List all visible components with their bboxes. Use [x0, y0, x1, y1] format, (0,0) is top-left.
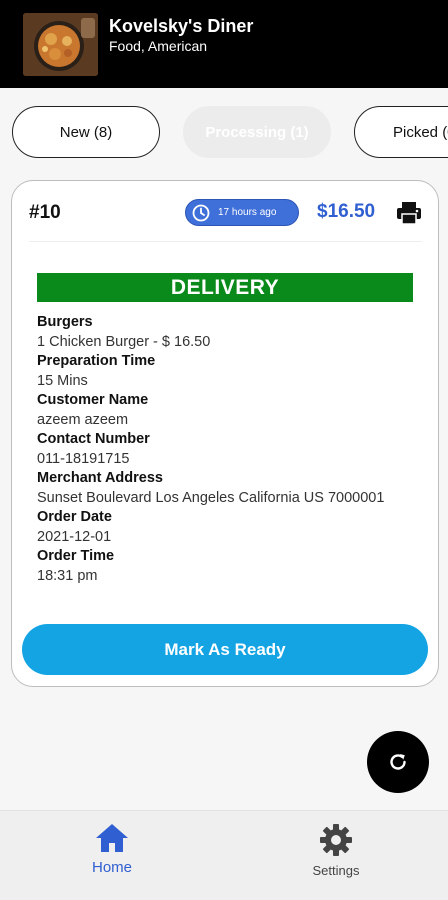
- time-badge: 17 hours ago: [185, 199, 299, 226]
- field-label: Order Date: [37, 509, 112, 525]
- refresh-button[interactable]: [367, 731, 429, 793]
- order-id: #10: [29, 202, 61, 223]
- field-label: Contact Number: [37, 431, 150, 447]
- order-details: Burgers 1 Chicken Burger - $ 16.50 Prepa…: [37, 313, 417, 586]
- field-value: 18:31 pm: [37, 567, 98, 584]
- order-status-tabs: New (8) Processing (1) Picked (0): [0, 106, 448, 160]
- delivery-banner: DELIVERY: [37, 273, 413, 302]
- tab-new[interactable]: New (8): [12, 106, 160, 158]
- printer-icon[interactable]: [396, 201, 422, 230]
- order-total: $16.50: [317, 201, 376, 222]
- field-label: Preparation Time: [37, 353, 156, 369]
- tab-processing[interactable]: Processing (1): [183, 106, 331, 158]
- field-value: 15 Mins: [37, 372, 88, 389]
- field-value: 1 Chicken Burger - $ 16.50: [37, 333, 211, 350]
- mark-as-ready-button[interactable]: Mark As Ready: [22, 624, 428, 675]
- field-value: azeem azeem: [37, 411, 129, 428]
- gear-icon: [320, 824, 352, 856]
- time-ago-text: 17 hours ago: [218, 207, 277, 218]
- field-value: 2021-12-01: [37, 528, 112, 545]
- store-logo: [23, 13, 98, 76]
- card-divider: [29, 241, 422, 242]
- field-label: Merchant Address: [37, 470, 163, 486]
- field-value: 011-18191715: [37, 450, 130, 467]
- field-label: Burgers: [37, 314, 93, 330]
- store-name: Kovelsky's Diner: [109, 16, 254, 36]
- field-value: Sunset Boulevard Los Angeles California …: [37, 489, 385, 506]
- field-label: Order Time: [37, 548, 115, 564]
- refresh-icon: [390, 754, 406, 770]
- nav-settings-label: Settings: [312, 863, 360, 878]
- clock-icon: [192, 204, 210, 222]
- tab-picked[interactable]: Picked (0): [354, 106, 448, 158]
- app-header: Kovelsky's Diner Food, American: [0, 0, 448, 88]
- nav-settings[interactable]: Settings: [276, 823, 396, 878]
- home-icon: [96, 824, 128, 852]
- order-card: #10 17 hours ago $16.50 DELIVERY Burgers…: [11, 180, 439, 687]
- bottom-navigation: Home Settings: [0, 810, 448, 900]
- store-category: Food, American: [109, 38, 208, 54]
- nav-home[interactable]: Home: [52, 823, 172, 876]
- nav-home-label: Home: [91, 859, 132, 876]
- field-label: Customer Name: [37, 392, 149, 408]
